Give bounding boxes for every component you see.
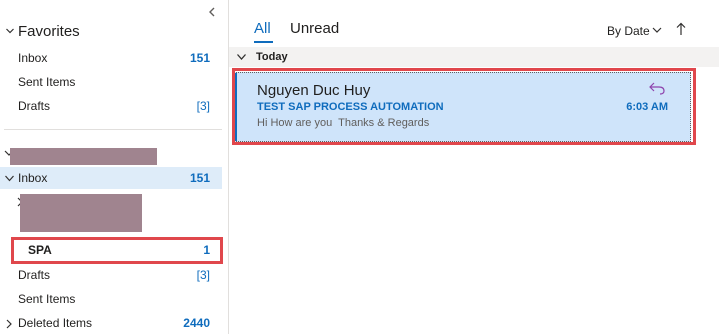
chevron-down-icon[interactable]: [652, 26, 662, 34]
chevron-left-icon: [209, 7, 215, 17]
folder-drafts[interactable]: Drafts [3]: [0, 264, 222, 286]
divider: [4, 129, 222, 130]
group-header-today[interactable]: Today: [229, 47, 719, 67]
message-list-pane: All Unread By Date Today Nguyen Duc Huy …: [229, 0, 719, 334]
unread-count: 151: [189, 51, 210, 65]
favorite-item-drafts[interactable]: Drafts [3]: [0, 95, 222, 117]
collapse-pane-button[interactable]: [205, 5, 219, 19]
favorite-item-sent[interactable]: Sent Items: [0, 71, 222, 93]
folder-label: Sent Items: [18, 75, 76, 89]
chevron-down-icon[interactable]: [5, 175, 14, 182]
favorites-title: Favorites: [18, 23, 80, 40]
tab-all[interactable]: All: [254, 20, 271, 37]
unread-count: 151: [189, 171, 210, 185]
folder-inbox[interactable]: Inbox 151: [0, 167, 222, 189]
favorites-header[interactable]: Favorites: [4, 22, 204, 42]
folder-label: Inbox: [18, 51, 48, 65]
sort-dropdown[interactable]: By Date: [607, 24, 650, 38]
tab-unread[interactable]: Unread: [290, 20, 339, 37]
chevron-right-icon[interactable]: [5, 319, 13, 329]
redacted-account-name: [10, 148, 157, 165]
arrow-up-icon[interactable]: [676, 22, 686, 36]
folder-label: Inbox: [18, 171, 48, 185]
chevron-down-icon: [237, 54, 246, 60]
group-label: Today: [256, 51, 288, 63]
draft-count: [3]: [196, 99, 210, 113]
active-tab-indicator: [254, 41, 273, 43]
folder-deleted-items[interactable]: Deleted Items 2440: [0, 312, 222, 334]
unread-count: 2440: [183, 316, 210, 330]
folder-label: Deleted Items: [18, 316, 93, 330]
folder-label: Drafts: [18, 99, 51, 113]
chevron-down-icon: [6, 28, 14, 34]
folder-label: Sent Items: [18, 292, 76, 306]
folder-sent-items[interactable]: Sent Items: [0, 288, 222, 310]
draft-count: [3]: [196, 268, 210, 282]
highlight-box: [11, 237, 223, 264]
favorite-item-inbox[interactable]: Inbox 151: [0, 47, 222, 69]
folder-label: Drafts: [18, 268, 51, 282]
highlight-box: [232, 68, 696, 145]
redacted-subfolder: [20, 194, 142, 232]
folder-pane: Favorites Inbox 151 Sent Items Drafts [3…: [0, 0, 229, 334]
